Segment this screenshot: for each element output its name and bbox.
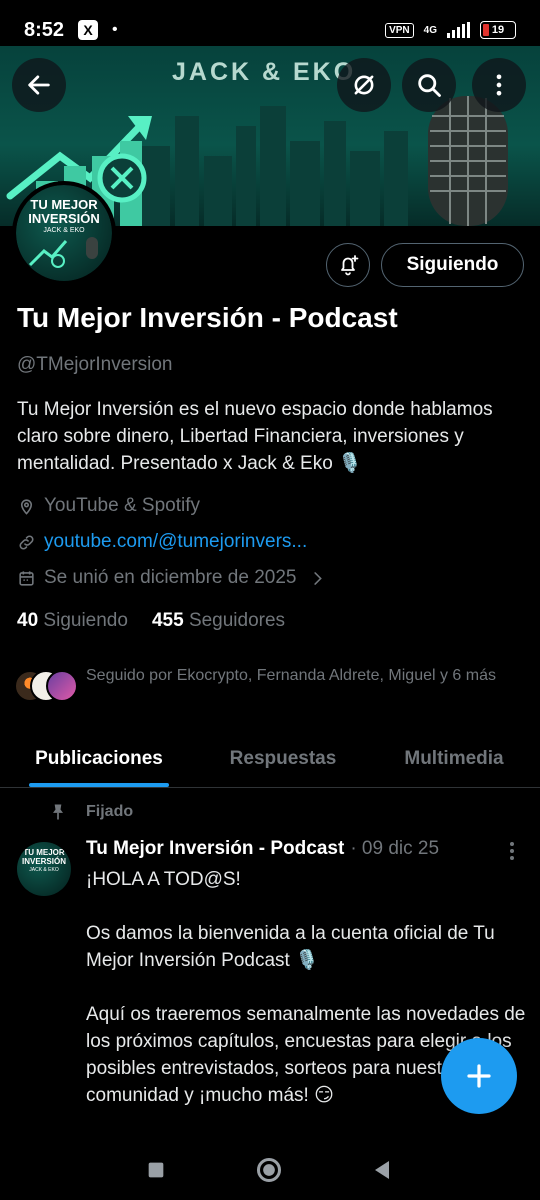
link-text[interactable]: youtube.com/@tumejorinvers... [44, 531, 307, 553]
location-text: YouTube & Spotify [44, 495, 200, 516]
notifications-button[interactable] [326, 243, 370, 287]
profile-avatar[interactable]: TU MEJOR INVERSIÓN JACK & EKO [12, 181, 116, 285]
followers-label: Seguidores [188, 610, 286, 631]
joined-text: Se unió en diciembre de 2025 [44, 567, 297, 588]
chevron-right-icon [314, 571, 323, 585]
post-author-avatar[interactable]: TU MEJOR INVERSIÓN JACK & EKO [17, 842, 71, 896]
tab-label: Multimedia [404, 747, 504, 769]
x-app-icon: X [78, 20, 99, 40]
calendar-icon [19, 570, 34, 586]
tab-multimedia[interactable]: Multimedia [368, 730, 540, 787]
signal-icon [447, 22, 470, 38]
following-count: 40 [17, 610, 39, 631]
followers-you-know-avatars [14, 670, 80, 706]
pin-icon [53, 804, 63, 820]
notification-dot: • [112, 21, 118, 38]
profile-bio: Tu Mejor Inversión es el nuevo espacio d… [17, 399, 493, 474]
post-paragraph: Os damos la bienvenida a la cuenta ofici… [86, 923, 495, 971]
active-tab-indicator [29, 783, 169, 787]
profile-name: Tu Mejor Inversión - Podcast [17, 302, 398, 333]
plus-icon [467, 1064, 491, 1088]
avatar-art-image [28, 237, 98, 268]
profile-handle: @TMejorInversion [17, 354, 173, 375]
profile-joined[interactable]: Se unió en diciembre de 2025 [17, 567, 327, 589]
profile-tabs: Publicaciones Respuestas Multimedia [0, 730, 540, 788]
bell-plus-icon [341, 255, 359, 276]
system-navigation-bar [0, 1140, 540, 1200]
battery-icon: 19 [480, 21, 516, 39]
profile-location: YouTube & Spotify [17, 495, 200, 517]
following-button[interactable]: Siguiendo [381, 243, 524, 287]
back-nav-button[interactable] [371, 1158, 395, 1182]
followed-by[interactable]: Seguido por Ekocrypto, Fernanda Aldrete,… [14, 664, 534, 706]
back-button[interactable] [12, 58, 66, 112]
more-options-button[interactable] [472, 58, 526, 112]
followed-by-text: Seguido por Ekocrypto, Fernanda Aldrete,… [86, 667, 496, 684]
post-avatar-line3: JACK & EKO [29, 867, 59, 873]
arrow-left-icon [28, 75, 50, 95]
battery-level: 19 [491, 24, 505, 36]
location-pin-icon [20, 498, 33, 515]
slash-circle-icon [354, 75, 374, 95]
compose-post-button[interactable] [441, 1038, 517, 1114]
search-icon [418, 74, 441, 97]
tab-publicaciones[interactable]: Publicaciones [0, 730, 198, 787]
search-button[interactable] [402, 58, 456, 112]
post-more-button[interactable] [502, 838, 522, 864]
following-count-link[interactable]: 40 Siguiendo [17, 610, 128, 632]
network-type: 4G [423, 24, 437, 36]
post-header: Tu Mejor Inversión - Podcast · 09 dic 25 [86, 838, 439, 860]
post-avatar-line1: TU MEJOR [23, 848, 65, 857]
grok-button[interactable] [337, 58, 391, 112]
follow-stats: 40 Siguiendo 455 Seguidores [17, 610, 285, 632]
following-label: Siguiendo [43, 610, 128, 631]
tab-label: Respuestas [229, 747, 337, 769]
home-button[interactable] [255, 1156, 283, 1184]
status-time: 8:52 [24, 18, 65, 41]
profile-link[interactable]: youtube.com/@tumejorinvers... [17, 531, 307, 553]
banner-title: JACK & EKO [172, 58, 357, 86]
post-author-name[interactable]: Tu Mejor Inversión - Podcast [86, 838, 344, 860]
post-date[interactable]: · 09 dic 25 [350, 838, 439, 860]
followers-count: 455 [151, 610, 184, 631]
pinned-label: Fijado [86, 803, 134, 820]
link-icon [19, 534, 34, 550]
recents-button[interactable] [145, 1159, 167, 1181]
more-vertical-icon [496, 74, 502, 96]
tab-label: Publicaciones [35, 747, 163, 769]
post-avatar-line2: INVERSIÓN [21, 857, 66, 866]
vpn-icon: VPN [385, 22, 414, 38]
pinned-indicator: Fijado [48, 802, 133, 822]
post-paragraph: ¡HOLA A TOD@S! [86, 869, 241, 890]
followers-count-link[interactable]: 455 Seguidores [152, 610, 285, 632]
avatar [46, 670, 78, 702]
tab-respuestas[interactable]: Respuestas [198, 730, 368, 787]
